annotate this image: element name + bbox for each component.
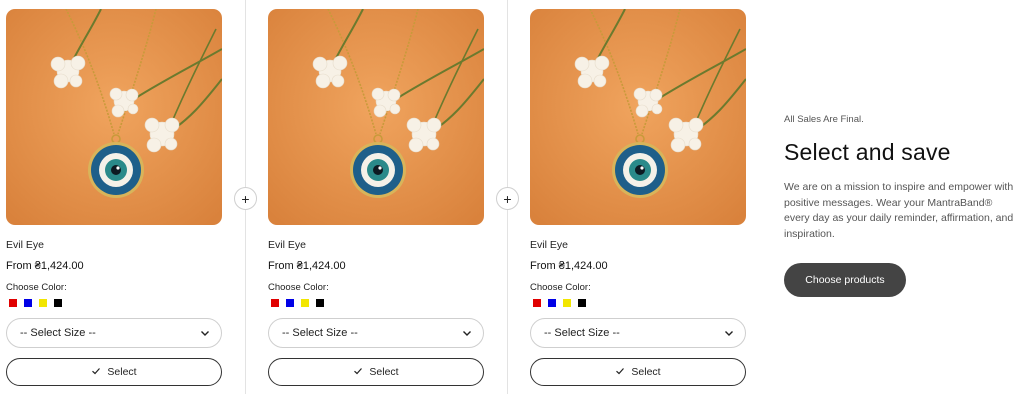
promo-eyebrow: All Sales Are Final. bbox=[784, 114, 864, 125]
size-select[interactable]: -- Select Size -- bbox=[6, 318, 222, 348]
add-bundle-button[interactable]: + bbox=[234, 187, 257, 210]
product-name[interactable]: Evil Eye bbox=[6, 238, 222, 252]
product-price: From ₴1,424.00 bbox=[6, 260, 84, 272]
select-button-label: Select bbox=[369, 366, 399, 378]
color-swatches bbox=[6, 299, 222, 308]
chevron-down-icon bbox=[461, 327, 473, 339]
color-swatches bbox=[530, 299, 746, 308]
color-swatch-yellow[interactable] bbox=[301, 299, 309, 307]
color-label: Choose Color: bbox=[268, 282, 329, 293]
promo-panel: All Sales Are Final. Select and save We … bbox=[784, 114, 1024, 297]
product-image[interactable] bbox=[530, 9, 746, 225]
color-label: Choose Color: bbox=[6, 282, 67, 293]
product-name[interactable]: Evil Eye bbox=[268, 238, 484, 252]
choose-products-button[interactable]: Choose products bbox=[784, 263, 906, 297]
size-select-value: -- Select Size -- bbox=[282, 327, 358, 339]
size-select-value: -- Select Size -- bbox=[20, 327, 96, 339]
color-swatch-red[interactable] bbox=[271, 299, 279, 307]
size-select[interactable]: -- Select Size -- bbox=[268, 318, 484, 348]
select-button[interactable]: Select bbox=[530, 358, 746, 386]
size-select-value: -- Select Size -- bbox=[544, 327, 620, 339]
color-swatch-yellow[interactable] bbox=[39, 299, 47, 307]
color-swatch-yellow[interactable] bbox=[563, 299, 571, 307]
color-swatch-black[interactable] bbox=[578, 299, 586, 307]
color-swatch-red[interactable] bbox=[533, 299, 541, 307]
color-label: Choose Color: bbox=[530, 282, 591, 293]
color-swatches bbox=[268, 299, 484, 308]
checkmark-icon bbox=[615, 366, 625, 379]
add-bundle-button[interactable]: + bbox=[496, 187, 519, 210]
color-swatch-blue[interactable] bbox=[24, 299, 32, 307]
chevron-down-icon bbox=[199, 327, 211, 339]
promo-description: We are on a mission to inspire and empow… bbox=[784, 181, 1014, 240]
checkmark-icon bbox=[353, 366, 363, 379]
chevron-down-icon bbox=[723, 327, 735, 339]
select-button[interactable]: Select bbox=[6, 358, 222, 386]
color-swatch-blue[interactable] bbox=[548, 299, 556, 307]
select-button-label: Select bbox=[631, 366, 661, 378]
product-price: From ₴1,424.00 bbox=[530, 260, 608, 272]
select-button[interactable]: Select bbox=[268, 358, 484, 386]
plus-icon: + bbox=[503, 190, 512, 207]
color-swatch-blue[interactable] bbox=[286, 299, 294, 307]
select-button-label: Select bbox=[107, 366, 137, 378]
product-card: Evil Eye From ₴1,424.00 Choose Color: --… bbox=[530, 9, 746, 386]
checkmark-icon bbox=[91, 366, 101, 379]
plus-icon: + bbox=[241, 190, 250, 207]
size-select[interactable]: -- Select Size -- bbox=[530, 318, 746, 348]
color-swatch-red[interactable] bbox=[9, 299, 17, 307]
product-price: From ₴1,424.00 bbox=[268, 260, 346, 272]
promo-headline: Select and save bbox=[784, 139, 951, 165]
product-card: Evil Eye From ₴1,424.00 Choose Color: --… bbox=[268, 9, 484, 386]
product-image[interactable] bbox=[268, 9, 484, 225]
color-swatch-black[interactable] bbox=[54, 299, 62, 307]
product-name[interactable]: Evil Eye bbox=[530, 238, 746, 252]
product-card: Evil Eye From ₴1,424.00 Choose Color: --… bbox=[6, 9, 222, 386]
product-image[interactable] bbox=[6, 9, 222, 225]
color-swatch-black[interactable] bbox=[316, 299, 324, 307]
